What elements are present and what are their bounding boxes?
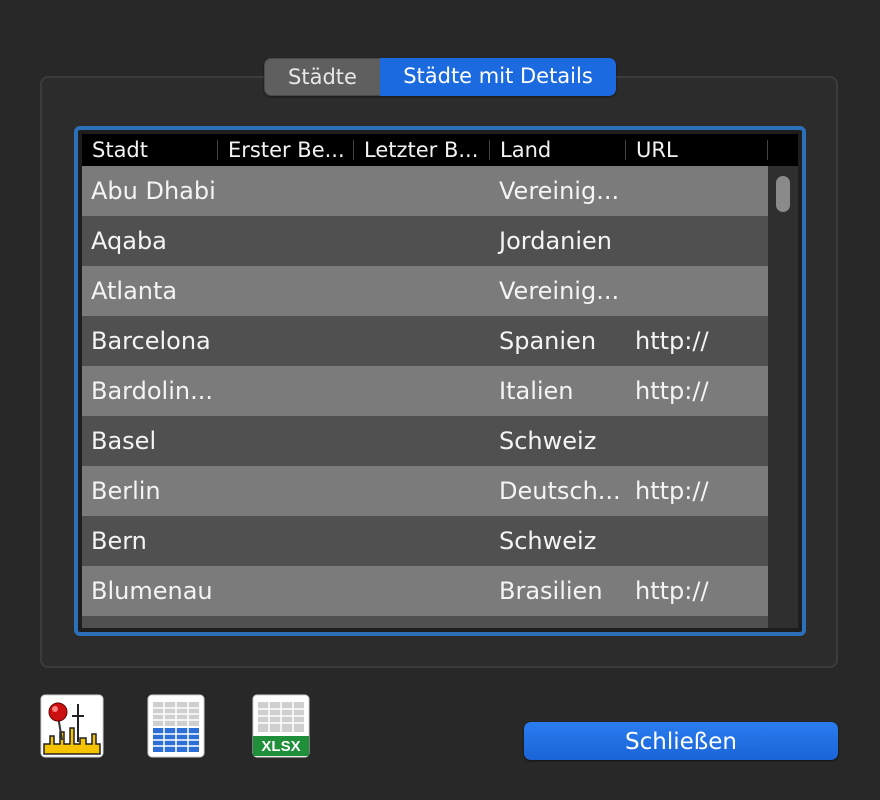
cell-stadt: Atlanta <box>91 277 178 305</box>
cell-land: Vereinig... <box>499 277 620 305</box>
close-button[interactable]: Schließen <box>524 722 838 760</box>
table-row[interactable]: Blumenau Brasilien http:// <box>82 566 768 616</box>
dialog-window: Städte Städte mit Details Stadt Erster B… <box>0 0 880 800</box>
xlsx-export-icon[interactable]: XLSX <box>252 694 316 758</box>
table-export-icon[interactable] <box>147 694 211 758</box>
table-row[interactable]: Basel Schweiz <box>82 416 768 466</box>
cell-url: http:// <box>635 577 709 605</box>
cell-land: Jordanien <box>499 227 613 255</box>
cell-url: http:// <box>635 377 709 405</box>
vertical-scrollbar[interactable] <box>768 166 798 628</box>
cell-land: Brasilien <box>499 577 603 605</box>
table-row[interactable]: Aqaba Jordanien <box>82 216 768 266</box>
table-body: Abu Dhabi Vereinig... Aqaba Jordanien At… <box>82 166 768 628</box>
cities-table: Stadt Erster Be... Letzter B... Land URL… <box>74 126 806 636</box>
table-row[interactable]: Bern Schweiz <box>82 516 768 566</box>
cell-stadt: Berlin <box>91 477 161 505</box>
table-row[interactable]: Berlin Deutsch... http:// <box>82 466 768 516</box>
cell-url: http:// <box>635 477 709 505</box>
column-header-stadt[interactable]: Stadt <box>82 134 218 166</box>
cell-stadt: Blumenau <box>91 577 213 605</box>
cell-land: Vereinig... <box>499 177 620 205</box>
cell-stadt: Barcelona <box>91 327 211 355</box>
xlsx-label: XLSX <box>261 738 300 755</box>
tab-segmented-control: Städte Städte mit Details <box>264 58 616 96</box>
cell-land: Italien <box>499 377 574 405</box>
scrollbar-thumb[interactable] <box>776 176 790 212</box>
table-row[interactable]: Abu Dhabi Vereinig... <box>82 166 768 216</box>
table-row-partial[interactable] <box>82 616 768 628</box>
cell-url: http:// <box>635 327 709 355</box>
cell-land: Schweiz <box>499 427 597 455</box>
cell-stadt: Bardolin... <box>91 377 213 405</box>
cell-stadt: Bern <box>91 527 147 555</box>
cell-land: Spanien <box>499 327 597 355</box>
cell-stadt: Abu Dhabi <box>91 177 216 205</box>
table-header: Stadt Erster Be... Letzter B... Land URL <box>82 134 798 166</box>
table-row[interactable]: Barcelona Spanien http:// <box>82 316 768 366</box>
map-pin-city-icon[interactable] <box>40 694 104 758</box>
tab-staedte[interactable]: Städte <box>264 58 380 96</box>
tab-staedte-mit-details[interactable]: Städte mit Details <box>380 58 616 96</box>
cell-land: Schweiz <box>499 527 597 555</box>
table-row[interactable]: Atlanta Vereinig... <box>82 266 768 316</box>
column-header-letzter-besuch[interactable]: Letzter B... <box>354 134 490 166</box>
cell-stadt: Aqaba <box>91 227 167 255</box>
column-header-url[interactable]: URL <box>626 134 768 166</box>
column-header-erster-besuch[interactable]: Erster Be... <box>218 134 354 166</box>
table-row[interactable]: Bardolin... Italien http:// <box>82 366 768 416</box>
cell-stadt: Basel <box>91 427 157 455</box>
column-header-land[interactable]: Land <box>490 134 626 166</box>
cell-land: Deutsch... <box>499 477 621 505</box>
